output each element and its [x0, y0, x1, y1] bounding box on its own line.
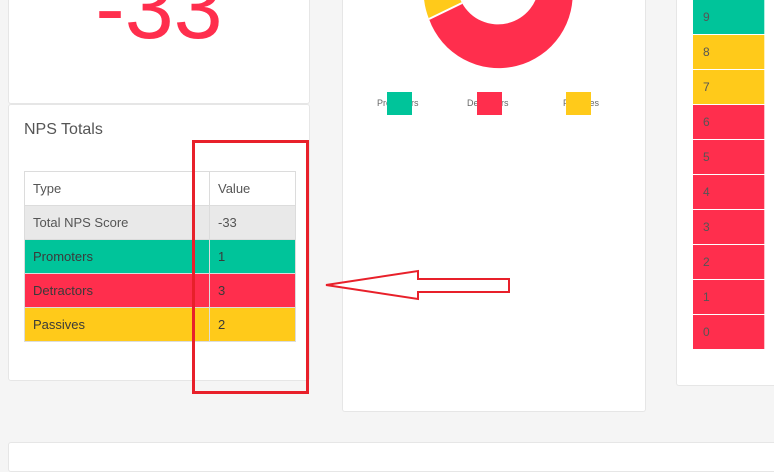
row-type: Passives [24, 307, 210, 342]
score-row-4: 4 [693, 175, 765, 210]
score-label: 9 [703, 10, 710, 24]
nps-donut-card: Promoters Detractors Passives [342, 0, 646, 412]
score-label: 5 [703, 150, 710, 164]
score-row-9: 9 [693, 0, 765, 35]
bottom-card [8, 442, 774, 472]
score-label: 0 [703, 325, 710, 339]
legend-swatch [566, 92, 591, 115]
column-header-type: Type [24, 171, 210, 206]
row-type: Total NPS Score [24, 205, 210, 240]
legend-item-promoters[interactable]: Promoters [377, 92, 437, 116]
legend-item-detractors[interactable]: Detractors [467, 92, 527, 116]
nps-score-value: -33 [95, 0, 223, 57]
score-row-1: 1 [693, 280, 765, 315]
score-row-0: 0 [693, 315, 765, 350]
score-label: 8 [703, 45, 710, 59]
nps-donut-chart [424, 0, 573, 69]
row-type: Detractors [24, 273, 210, 308]
donut-segment-detractors[interactable] [429, 0, 573, 69]
score-row-6: 6 [693, 105, 765, 140]
score-label: 4 [703, 185, 710, 199]
legend-item-passives[interactable]: Passives [563, 92, 623, 116]
score-row-8: 8 [693, 35, 765, 70]
score-label: 3 [703, 220, 710, 234]
nps-score-card: -33 [8, 0, 310, 104]
row-type: Promoters [24, 239, 210, 274]
legend-swatch [477, 92, 502, 115]
legend-swatch [387, 92, 412, 115]
score-row-5: 5 [693, 140, 765, 175]
annotation-arrow-icon [325, 269, 510, 301]
score-label: 2 [703, 255, 710, 269]
score-row-3: 3 [693, 210, 765, 245]
score-label: 7 [703, 80, 710, 94]
score-distribution-card: 9 8 7 6 5 4 3 2 1 0 [676, 0, 774, 386]
score-row-2: 2 [693, 245, 765, 280]
score-label: 1 [703, 290, 710, 304]
annotation-highlight-box [192, 140, 309, 394]
nps-totals-title: NPS Totals [24, 121, 103, 138]
score-label: 6 [703, 115, 710, 129]
score-row-7: 7 [693, 70, 765, 105]
